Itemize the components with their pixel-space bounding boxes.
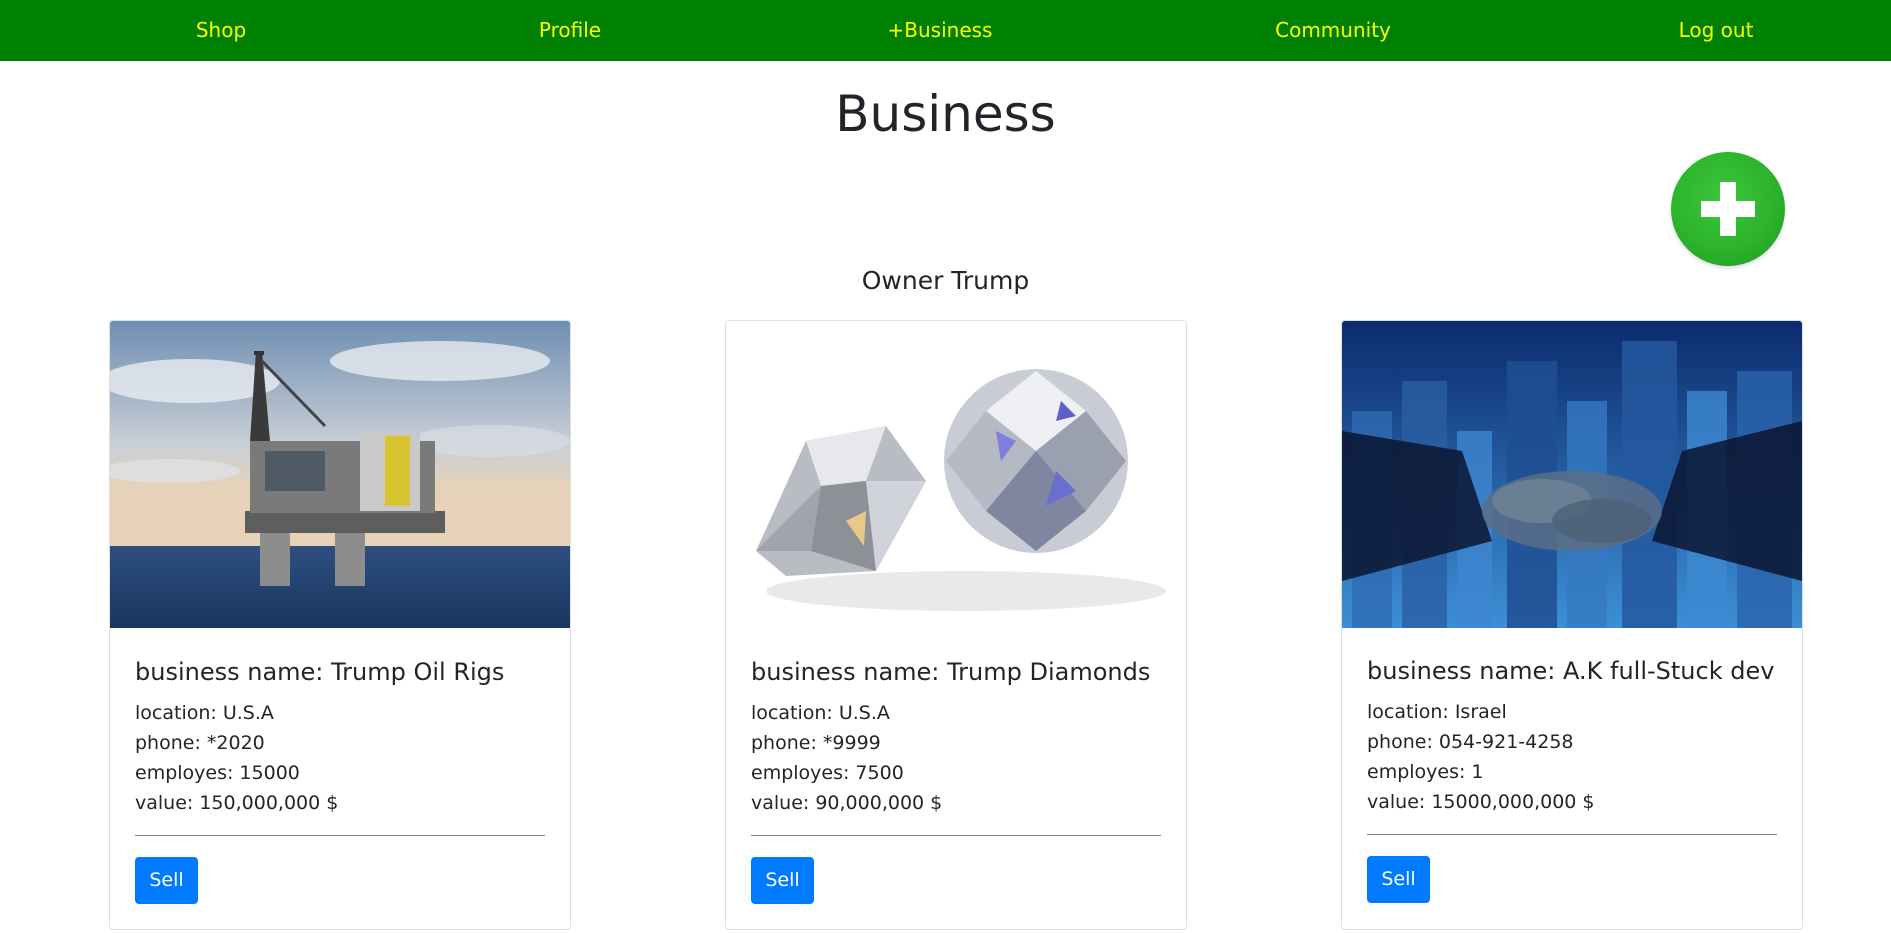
nav-profile-link[interactable]: Profile: [539, 0, 601, 61]
diamonds-image: [726, 321, 1186, 628]
business-location: location: Israel: [1367, 701, 1507, 723]
business-name: business name: Trump Diamonds: [751, 658, 1151, 686]
nav-add-business-link[interactable]: +Business: [888, 0, 993, 61]
business-employees: employes: 7500: [751, 762, 904, 784]
oil-rig-image: [110, 321, 570, 628]
add-business-button[interactable]: [1671, 152, 1785, 266]
nav-community-link[interactable]: Community: [1275, 0, 1391, 61]
divider: [751, 835, 1161, 836]
business-card: business name: Trump Diamonds location: …: [725, 320, 1187, 930]
business-employees: employes: 15000: [135, 762, 300, 784]
business-card: business name: A.K full-Stuck dev locati…: [1341, 320, 1803, 930]
business-phone: phone: *9999: [751, 732, 881, 754]
business-phone: phone: 054-921-4258: [1367, 731, 1574, 753]
business-location: location: U.S.A: [135, 702, 274, 724]
owner-heading: Owner Trump: [861, 266, 1030, 295]
business-location: location: U.S.A: [751, 702, 890, 724]
business-employees: employes: 1: [1367, 761, 1484, 783]
sell-button[interactable]: Sell: [751, 857, 814, 904]
business-name: business name: Trump Oil Rigs: [135, 658, 505, 686]
page-title: Business: [835, 85, 1056, 143]
handshake-city-image: [1342, 321, 1802, 628]
business-value: value: 150,000,000 $: [135, 792, 339, 814]
divider: [1367, 834, 1777, 835]
business-value: value: 15000,000,000 $: [1367, 791, 1595, 813]
business-card: business name: Trump Oil Rigs location: …: [109, 320, 571, 930]
nav-logout-link[interactable]: Log out: [1679, 0, 1754, 61]
business-name: business name: A.K full-Stuck dev: [1367, 657, 1775, 685]
sell-button[interactable]: Sell: [1367, 856, 1430, 903]
top-navbar: Shop Profile +Business Community Log out: [0, 0, 1891, 61]
sell-button[interactable]: Sell: [135, 857, 198, 904]
business-phone: phone: *2020: [135, 732, 265, 754]
business-value: value: 90,000,000 $: [751, 792, 943, 814]
divider: [135, 835, 545, 836]
nav-shop-link[interactable]: Shop: [196, 0, 246, 61]
